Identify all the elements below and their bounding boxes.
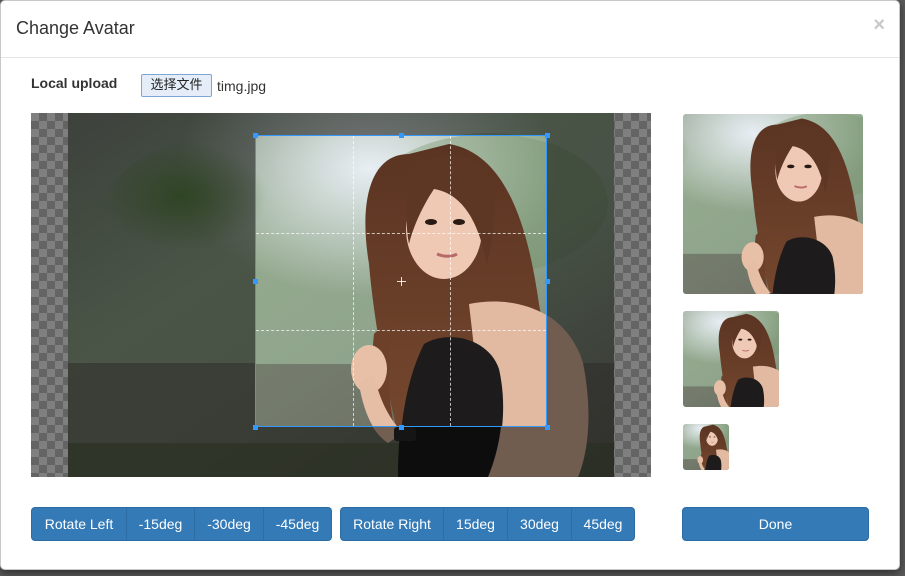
crop-handle-ne[interactable] — [545, 133, 550, 138]
avatar-preview-large — [683, 114, 863, 294]
local-upload-label: Local upload — [31, 75, 118, 91]
avatar-preview-small — [683, 424, 729, 470]
dialog-header: Change Avatar × — [1, 1, 899, 58]
crop-guide-line — [450, 136, 451, 426]
crop-guide-line — [353, 136, 354, 426]
crop-handle-s[interactable] — [399, 425, 404, 430]
rotate-15-button[interactable]: 15deg — [443, 507, 508, 541]
rotate-45-button[interactable]: 45deg — [571, 507, 635, 541]
choose-file-button[interactable]: 选择文件 — [141, 74, 212, 97]
crop-handle-e[interactable] — [545, 279, 550, 284]
rotate-left-group: Rotate Left -15deg -30deg -45deg — [31, 507, 332, 541]
rotate-minus-45-button[interactable]: -45deg — [263, 507, 332, 541]
crop-handle-n[interactable] — [399, 133, 404, 138]
done-button[interactable]: Done — [682, 507, 869, 541]
rotate-right-button[interactable]: Rotate Right — [340, 507, 444, 541]
crop-handle-w[interactable] — [253, 279, 258, 284]
crop-guide-line — [256, 330, 546, 331]
crop-handle-sw[interactable] — [253, 425, 258, 430]
rotate-right-group: Rotate Right 15deg 30deg 45deg — [340, 507, 635, 541]
dialog-title: Change Avatar — [16, 18, 135, 38]
rotate-left-button[interactable]: Rotate Left — [31, 507, 127, 541]
change-avatar-dialog: Change Avatar × Local upload 选择文件 timg.j… — [0, 0, 900, 570]
crop-canvas[interactable] — [31, 113, 651, 477]
crop-handle-nw[interactable] — [253, 133, 258, 138]
crop-guide-line — [256, 233, 546, 234]
crop-box[interactable] — [255, 135, 547, 427]
crop-handle-se[interactable] — [545, 425, 550, 430]
rotate-minus-30-button[interactable]: -30deg — [194, 507, 264, 541]
selected-file-name: timg.jpg — [217, 78, 267, 94]
close-icon[interactable]: × — [873, 15, 885, 35]
rotate-minus-15-button[interactable]: -15deg — [126, 507, 195, 541]
avatar-preview-medium — [683, 311, 779, 407]
crop-center-marker — [397, 277, 406, 286]
rotate-30-button[interactable]: 30deg — [507, 507, 572, 541]
